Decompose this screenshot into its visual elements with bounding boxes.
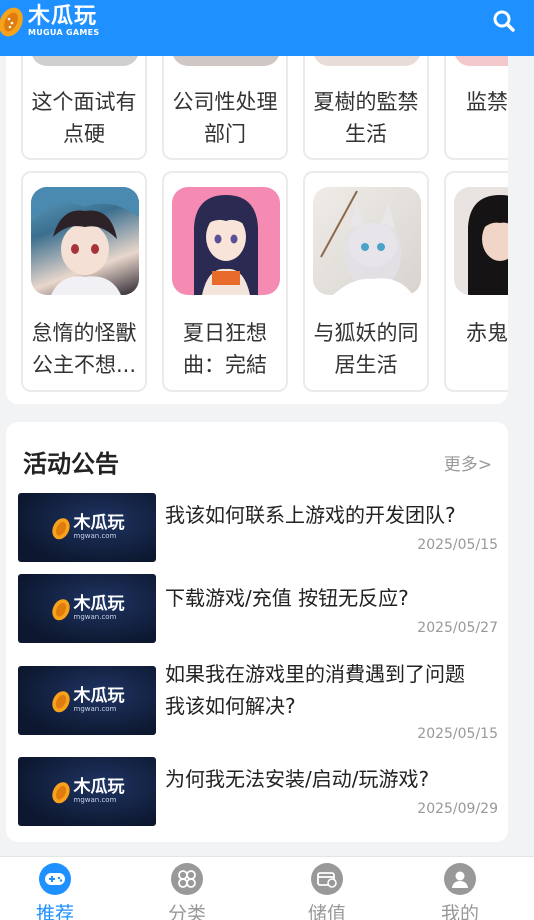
announcement-date: 2025/05/27 [417,620,498,636]
game-cover [31,187,139,295]
nav-label: 推荐 [35,903,74,920]
game-cover-art [194,195,258,295]
papaya-logo-icon [51,781,70,803]
nav-item-topup[interactable]: 储值 [272,863,382,920]
game-card[interactable]: 赤鬼 [444,171,508,392]
game-list-panel: 这个面试有 点硬 公司性处理 部门 夏樹的監禁 生活 监禁 怠惰的怪獸 公主不想… [6,56,508,404]
announcements-panel: 活动公告 更多> 木瓜玩 mgwan.com 我该如何联系上游戏的开发团队? 2… [6,422,508,842]
game-title: 公司性处理 部门 [172,90,278,146]
announcement-item[interactable]: 木瓜玩 mgwan.com 为何我无法安装/启动/玩游戏? 2025/09/29 [18,757,498,827]
announcements-title: 活动公告 [23,450,119,478]
category-icon [171,863,203,895]
game-cover [172,187,280,295]
game-cover [313,56,421,66]
nav-label: 储值 [307,903,346,920]
thumb-logo-url: mgwan.com [73,532,117,540]
announcement-date: 2025/05/15 [417,726,498,742]
game-cover-art [468,195,508,295]
thumb-logo-text: 木瓜玩 [73,594,125,614]
game-cover [313,187,421,295]
game-card[interactable]: 这个面试有 点硬 [21,56,147,160]
nav-item-profile[interactable]: 我的 [405,863,515,920]
announcement-thumbnail: 木瓜玩 mgwan.com [18,493,156,562]
game-title: 这个面试有 点硬 [31,90,137,146]
wallet-icon [311,863,343,895]
announcement-thumbnail: 木瓜玩 mgwan.com [18,757,156,826]
bottom-nav: 推荐 分类 储值 我的 [0,856,534,920]
more-link[interactable]: 更多> [444,450,492,475]
game-title: 与狐妖的同 居生活 [313,321,419,377]
thumb-logo-url: mgwan.com [73,613,117,621]
game-title: 怠惰的怪獸 公主不想... [31,321,137,377]
game-cover [172,56,280,66]
game-card[interactable]: 监禁 [444,56,508,160]
thumb-logo-text: 木瓜玩 [73,513,125,533]
game-title: 监禁 [466,90,508,114]
game-cover-art [320,190,413,295]
thumb-logo-text: 木瓜玩 [73,777,125,797]
search-button[interactable] [490,7,518,35]
announcement-date: 2025/05/15 [417,537,498,553]
nav-label: 分类 [167,903,206,920]
game-cover [454,187,508,295]
game-card[interactable]: 夏樹的監禁 生活 [303,56,429,160]
papaya-logo-icon [51,517,70,539]
game-title: 赤鬼 [466,321,508,345]
announcement-item[interactable]: 木瓜玩 mgwan.com 我该如何联系上游戏的开发团队? 2025/05/15 [18,493,498,563]
app-logo[interactable]: 木瓜玩 MUGUA GAMES [0,0,100,56]
game-card[interactable]: 与狐妖的同 居生活 [303,171,429,392]
user-icon [444,863,476,895]
logo-text-en: MUGUA GAMES [28,28,100,37]
announcement-title: 下载游戏/充值 按钮无反应? [165,586,409,610]
nav-item-category[interactable]: 分类 [132,863,242,920]
announcement-title: 为何我无法安装/启动/玩游戏? [165,767,430,791]
announcement-date: 2025/09/29 [417,801,498,817]
search-icon [493,10,515,32]
announcement-item[interactable]: 木瓜玩 mgwan.com 下载游戏/充值 按钮无反应? 2025/05/27 [18,574,498,644]
thumb-logo-text: 木瓜玩 [73,686,125,706]
logo-text-cn: 木瓜玩 [28,3,98,29]
game-card[interactable]: 夏日狂想 曲：完結 [162,171,288,392]
gamepad-icon [39,863,71,895]
papaya-logo-icon [51,598,70,620]
app-header: 木瓜玩 MUGUA GAMES [0,0,534,56]
announcement-item[interactable]: 木瓜玩 mgwan.com 如果我在游戏里的消費遇到了问题 我该如何解决? 20… [18,662,498,756]
thumb-logo-url: mgwan.com [73,796,117,804]
thumb-logo-url: mgwan.com [73,705,117,713]
announcement-title: 我该如何联系上游戏的开发团队? [165,503,456,527]
announcement-title: 如果我在游戏里的消費遇到了问题 我该如何解决? [165,662,465,718]
announcement-thumbnail: 木瓜玩 mgwan.com [18,666,156,735]
game-cover-art [31,187,139,295]
nav-item-recommend[interactable]: 推荐 [0,863,110,920]
game-cover [454,56,508,66]
game-card[interactable]: 怠惰的怪獸 公主不想... [21,171,147,392]
game-title: 夏日狂想 曲：完結 [183,321,267,377]
game-title: 夏樹的監禁 生活 [313,90,419,146]
papaya-logo-icon [0,7,23,37]
announcement-thumbnail: 木瓜玩 mgwan.com [18,574,156,643]
game-cover [31,56,139,66]
game-card[interactable]: 公司性处理 部门 [162,56,288,160]
nav-label: 我的 [440,903,479,920]
papaya-logo-icon [51,690,70,712]
